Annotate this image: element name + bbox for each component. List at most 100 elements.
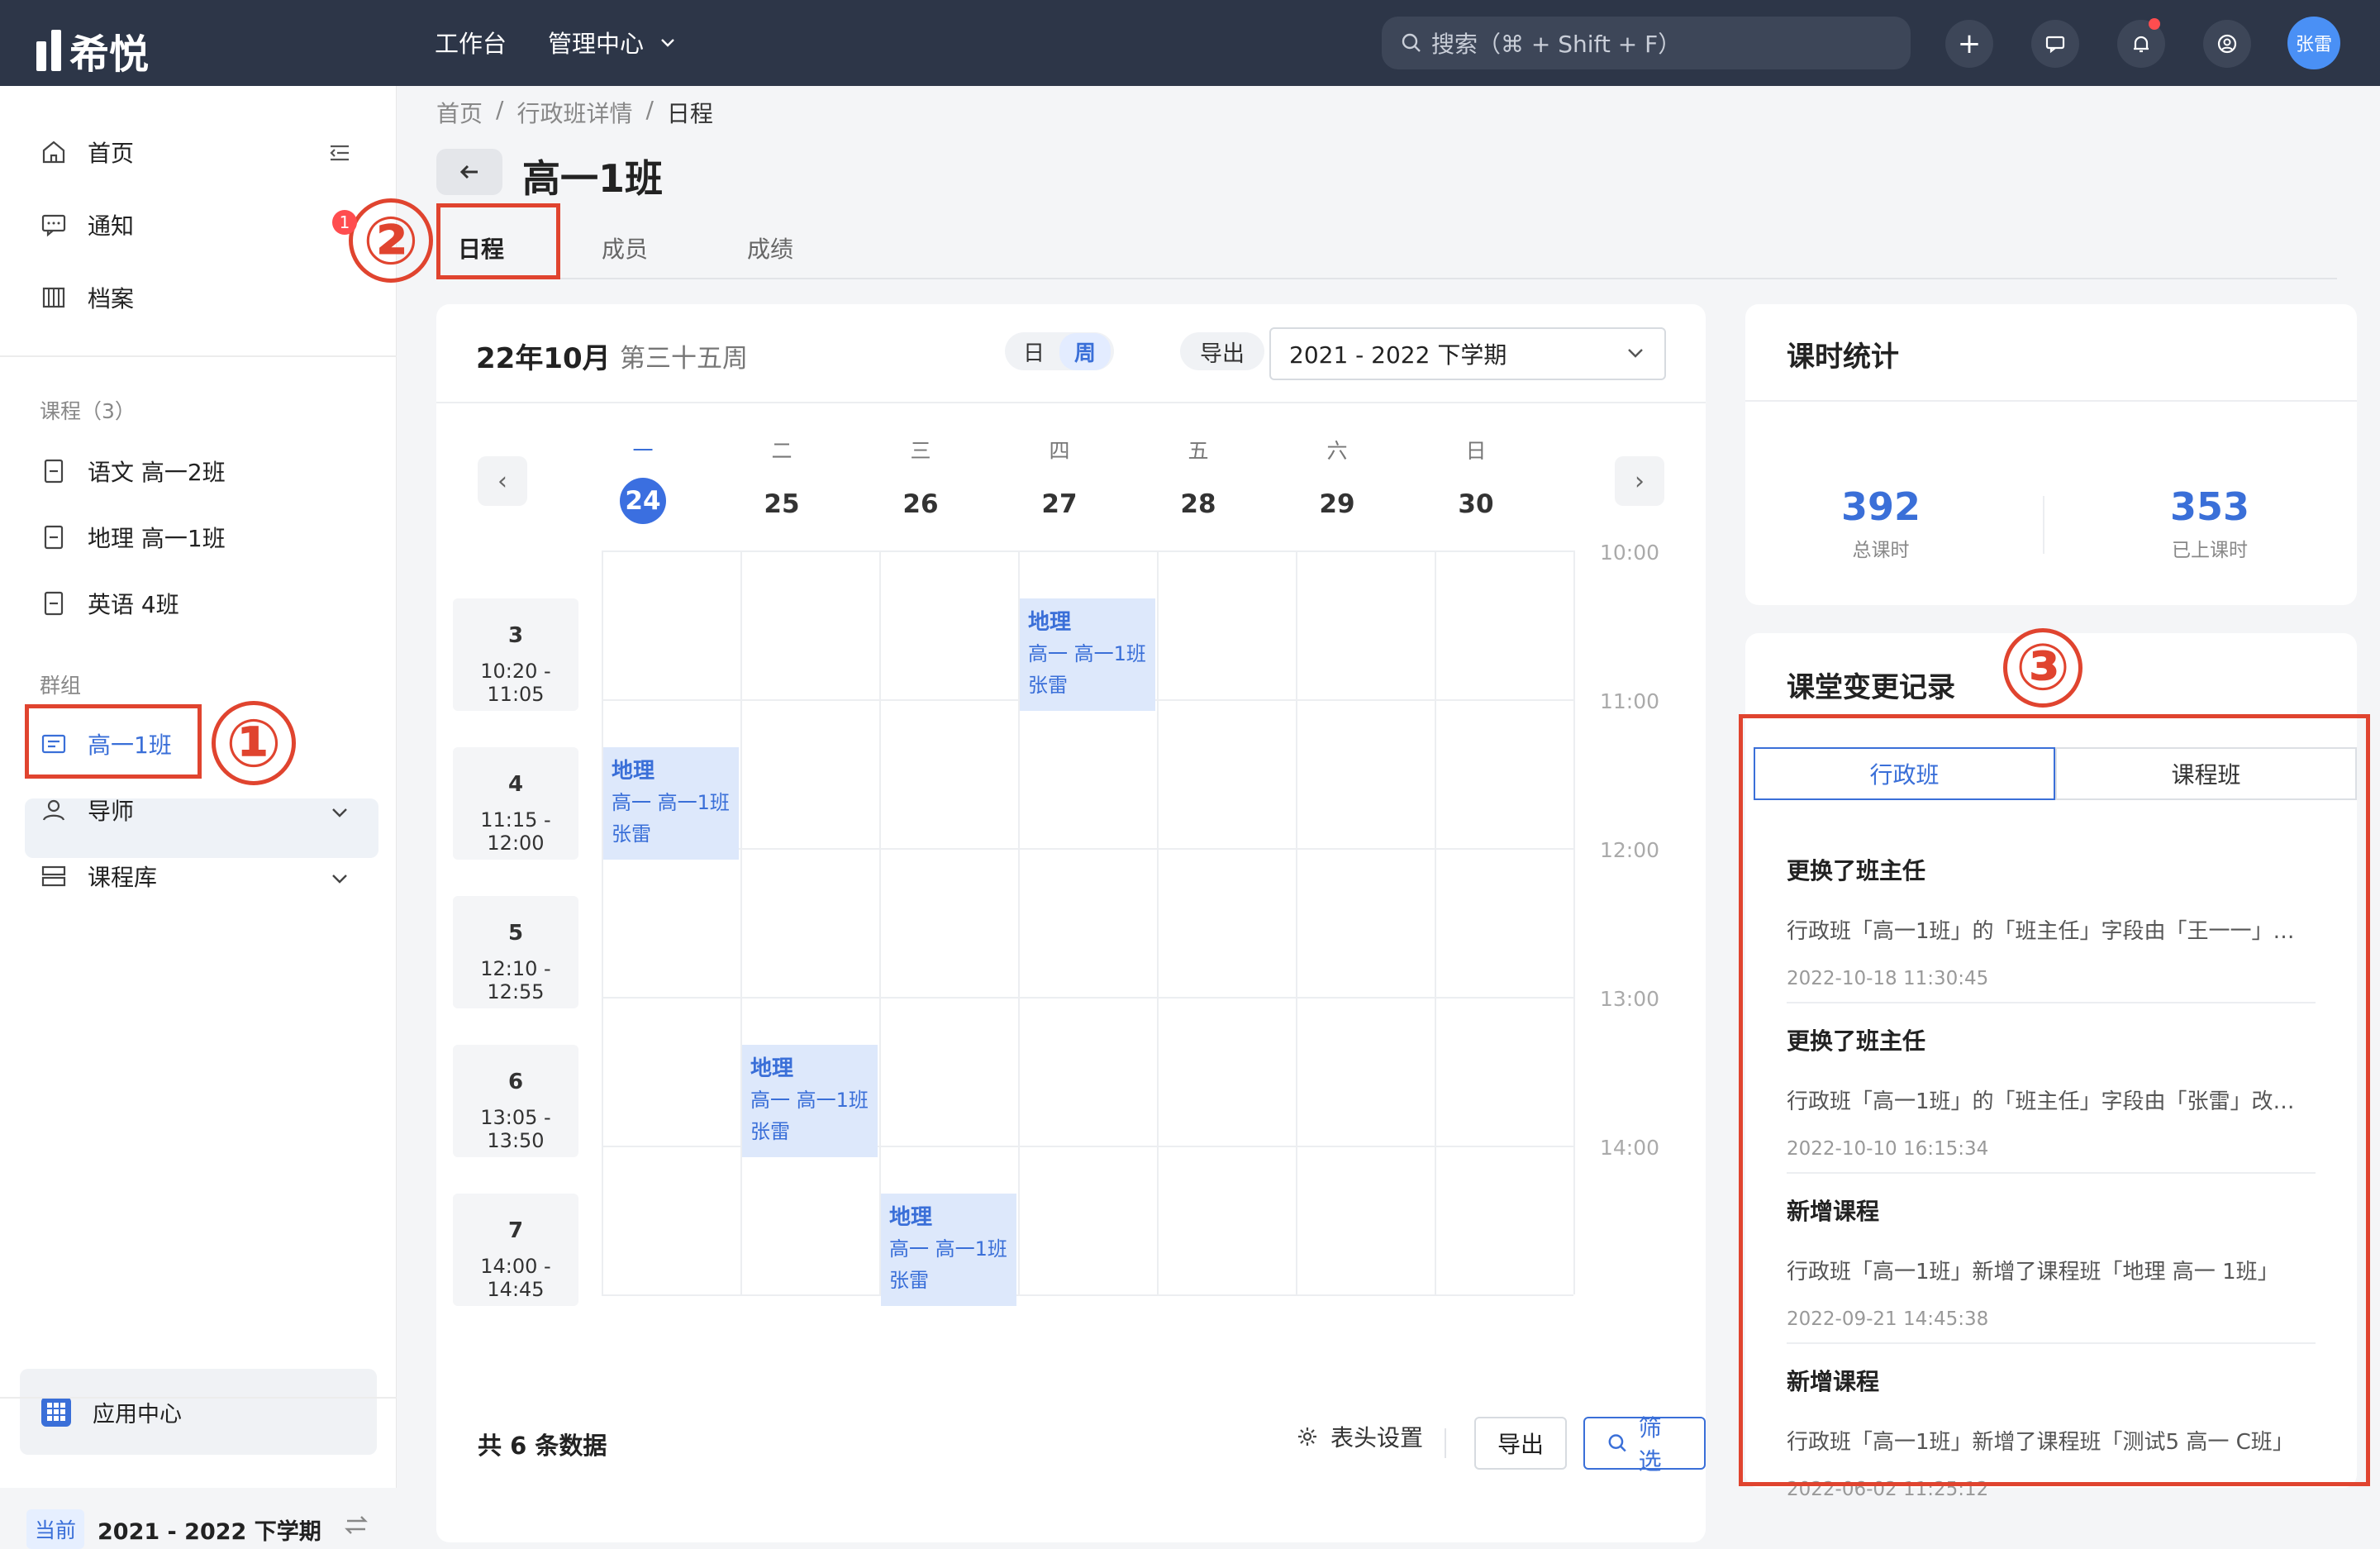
stat-done-value: 353 (2169, 484, 2250, 529)
weekday-label: 五 (1188, 439, 1209, 463)
schedule-event[interactable]: 地理 高一 高一1班 张雷 (881, 1194, 1016, 1306)
term-select-value: 2021 - 2022 下学期 (1289, 341, 1507, 369)
nav-admin-label: 管理中心 (548, 30, 645, 58)
column-settings-label: 表头设置 (1330, 1424, 1424, 1451)
data-table-card: 共 6 条数据 表头设置 导出 筛选 (436, 1377, 1706, 1542)
event-subject: 地理 (750, 1056, 794, 1081)
view-week-button[interactable]: 周 (1059, 332, 1111, 370)
next-week-button[interactable]: › (1615, 456, 1664, 506)
calendar-month: 22年10月 (476, 342, 611, 375)
event-subject: 地理 (1028, 610, 1072, 635)
stats-card: 课时统计 392 总课时 353 已上课时 (1745, 304, 2357, 605)
breadcrumb-separator: / (496, 96, 504, 123)
breadcrumb-detail[interactable]: 行政班详情 (516, 96, 632, 129)
stat-done-label: 已上课时 (2172, 540, 2248, 561)
sidebar-item-course[interactable]: 语文 高一2班 (40, 455, 226, 488)
weekday-label: 六 (1326, 439, 1348, 463)
period-number: 6 (507, 1070, 524, 1094)
day-column-header[interactable]: 一 24 (618, 435, 668, 524)
breadcrumb-separator: / (645, 96, 654, 123)
event-subject: 地理 (612, 759, 655, 784)
page-tabs: 日程 成员 成绩 (436, 207, 2337, 279)
current-term-label: 2021 - 2022 下学期 (98, 1518, 321, 1545)
collapse-sidebar-icon[interactable] (327, 141, 352, 165)
chat-icon (2045, 36, 2065, 54)
current-term: 当前 2021 - 2022 下学期 (26, 1509, 321, 1549)
user-circle-icon (2217, 34, 2237, 54)
nav-admin-dropdown[interactable]: 管理中心 (548, 25, 677, 60)
weekday-label: 一 (632, 439, 654, 463)
logo-icon (36, 30, 61, 71)
weekday-label: 日 (1465, 439, 1487, 463)
notifications-button[interactable] (2117, 18, 2165, 68)
day-column-header[interactable]: 三 26 (896, 435, 945, 519)
day-column-header[interactable]: 四 27 (1035, 435, 1084, 519)
search-input[interactable]: 搜索（⌘ + Shift + F） (1382, 17, 1911, 69)
sidebar-item-course[interactable]: 英语 4班 (40, 587, 179, 620)
date-label: 30 (1458, 489, 1494, 519)
avatar[interactable]: 张雷 (2287, 17, 2340, 69)
sidebar-item-label: 英语 4班 (88, 591, 179, 618)
date-label: 28 (1180, 489, 1216, 519)
profile-switch-button[interactable] (2203, 20, 2251, 68)
library-icon (41, 865, 66, 887)
view-toggle: 日 周 (1005, 332, 1115, 370)
sidebar-item-course[interactable]: 地理 高一1班 (40, 521, 226, 554)
day-column-header[interactable]: 六 29 (1312, 435, 1362, 519)
event-cls: 高一 高一1班 (1028, 642, 1146, 665)
sidebar-item-label: 首页 (88, 140, 135, 167)
app-center-button[interactable]: 应用中心 (20, 1369, 377, 1455)
schedule-event[interactable]: 地理 高一 高一1班 张雷 (603, 747, 739, 860)
sidebar-item-mentor[interactable]: 导师 (40, 794, 134, 827)
sidebar-item-archive[interactable]: 档案 (40, 281, 134, 314)
messages-button[interactable] (2031, 20, 2079, 68)
chevron-left-icon: ‹ (497, 466, 507, 496)
chevron-down-icon[interactable] (329, 802, 350, 823)
notification-dot (2149, 18, 2160, 30)
schedule-event[interactable]: 地理 高一 高一1班 张雷 (742, 1045, 878, 1157)
toolbar-divider (1445, 1428, 1446, 1458)
filter-button[interactable]: 筛选 (1583, 1414, 1706, 1475)
app-logo[interactable]: 希悦 (36, 21, 149, 79)
main-content: 首页 / 行政班详情 / 日程 高一1班 日程 成员 成绩 ② 1 22年10月… (332, 86, 2380, 1542)
add-button[interactable]: + (1945, 20, 1993, 68)
nav-workbench[interactable]: 工作台 (435, 25, 507, 60)
prev-week-button[interactable]: ‹ (478, 456, 527, 506)
chevron-down-icon[interactable] (329, 868, 350, 889)
schedule-event[interactable]: 地理 高一 高一1班 张雷 (1020, 598, 1155, 711)
day-column-header[interactable]: 日 30 (1451, 435, 1501, 519)
grid-col-line (1435, 550, 1436, 1294)
day-column-header[interactable]: 二 25 (757, 435, 807, 519)
sidebar-item-course-library[interactable]: 课程库 (40, 860, 157, 893)
term-select[interactable]: 2021 - 2022 下学期 (1269, 327, 1666, 380)
column-settings-button[interactable]: 表头设置 (1296, 1420, 1423, 1453)
chevron-right-icon: › (1635, 466, 1645, 496)
grid-col-line (602, 550, 603, 1294)
time-label: 11:00 (1600, 689, 1660, 713)
calendar-export-button[interactable]: 导出 (1180, 332, 1264, 370)
period-time: 10:20 - 11:05 (480, 660, 551, 706)
event-cls: 高一 高一1班 (889, 1237, 1007, 1261)
switch-icon[interactable] (342, 1511, 370, 1539)
sidebar-item-notice[interactable]: 通知 (40, 208, 134, 241)
period-time: 11:15 - 12:00 (480, 808, 551, 855)
tab-grades[interactable]: 成绩 (747, 231, 793, 265)
sidebar-item-label: 地理 高一1班 (88, 525, 226, 552)
annotation-box-2 (436, 203, 560, 279)
grid-icon (41, 1397, 71, 1427)
table-export-button[interactable]: 导出 (1474, 1417, 1568, 1470)
back-button[interactable] (436, 149, 502, 195)
day-column-header[interactable]: 五 28 (1173, 435, 1223, 519)
top-bar: 希悦 工作台 管理中心 搜索（⌘ + Shift + F） + 张雷 (0, 0, 2380, 86)
date-label: 26 (902, 489, 939, 519)
tab-members[interactable]: 成员 (602, 231, 648, 265)
course-icon (44, 459, 64, 484)
sidebar-item-home[interactable]: 首页 (40, 136, 134, 169)
calendar-divider (436, 402, 1706, 403)
filter-label: 筛选 (1638, 1414, 1662, 1475)
grid-col-line (1157, 550, 1159, 1294)
breadcrumb-home[interactable]: 首页 (436, 96, 483, 129)
view-day-button[interactable]: 日 (1008, 333, 1059, 370)
grid-row-line (602, 1294, 1573, 1296)
groups-section-label: 群组 (40, 674, 82, 698)
